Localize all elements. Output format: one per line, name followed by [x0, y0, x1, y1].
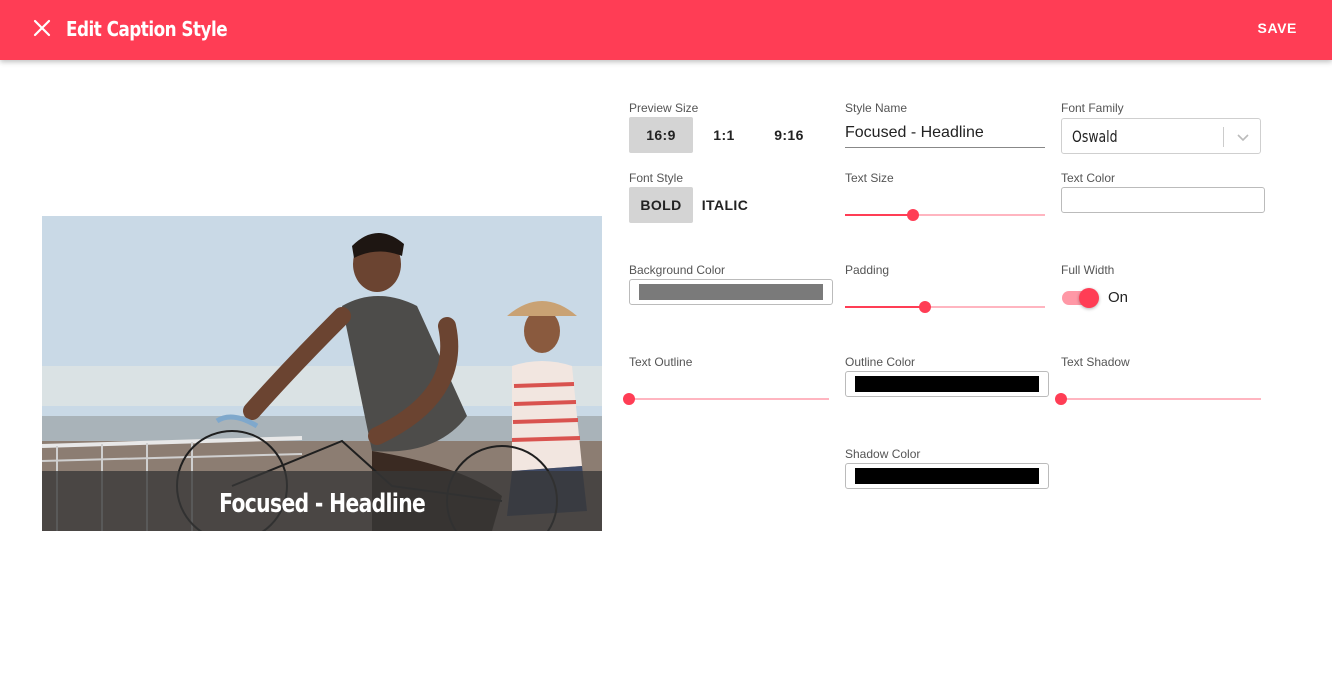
preview-size-1-1-button[interactable]: 1:1	[700, 117, 748, 153]
slider-thumb[interactable]	[623, 393, 635, 405]
page-title: Edit Caption Style	[66, 17, 228, 41]
preview-size-9-16-button[interactable]: 9:16	[764, 117, 814, 153]
font-family-select[interactable]: Oswald	[1061, 118, 1261, 154]
full-width-label: Full Width	[1061, 263, 1115, 277]
shadow-color-swatch[interactable]	[845, 463, 1049, 489]
full-width-toggle[interactable]	[1061, 288, 1101, 308]
slider-thumb[interactable]	[919, 301, 931, 313]
text-shadow-slider[interactable]	[1055, 392, 1261, 406]
font-style-label: Font Style	[629, 171, 684, 185]
full-width-state: On	[1108, 289, 1129, 306]
caption-text: Focused - Headline	[218, 489, 426, 519]
text-color-label: Text Color	[1061, 171, 1116, 185]
close-icon[interactable]	[30, 16, 54, 40]
chevron-down-icon	[1234, 128, 1252, 146]
caption-preview: Focused - Headline	[42, 216, 602, 531]
style-name-input[interactable]	[845, 118, 1045, 148]
slider-track	[629, 398, 829, 400]
font-family-label: Font Family	[1061, 101, 1124, 115]
slider-active-track	[845, 214, 913, 216]
slider-thumb[interactable]	[907, 209, 919, 221]
app-bar: Edit Caption Style SAVE	[0, 0, 1332, 60]
font-family-value: Oswald	[1072, 127, 1118, 146]
outline-color-label: Outline Color	[845, 355, 916, 369]
text-shadow-label: Text Shadow	[1061, 355, 1130, 369]
padding-label: Padding	[845, 263, 890, 277]
slider-track	[1061, 398, 1261, 400]
select-separator	[1223, 127, 1224, 147]
preview-size-16-9-button[interactable]: 16:9	[629, 117, 693, 153]
outline-color-fill	[855, 376, 1039, 392]
slider-active-track	[845, 306, 925, 308]
font-style-bold-button[interactable]: BOLD	[629, 187, 693, 223]
text-color-fill	[1071, 192, 1255, 208]
style-name-label: Style Name	[845, 101, 908, 115]
background-color-fill	[639, 284, 823, 300]
outline-color-swatch[interactable]	[845, 371, 1049, 397]
text-outline-slider[interactable]	[623, 392, 829, 406]
background-color-label: Background Color	[629, 263, 726, 277]
shadow-color-label: Shadow Color	[845, 447, 921, 461]
shadow-color-fill	[855, 468, 1039, 484]
slider-thumb[interactable]	[1055, 393, 1067, 405]
text-size-label: Text Size	[845, 171, 894, 185]
toggle-knob	[1079, 288, 1099, 308]
padding-slider[interactable]	[845, 300, 1045, 314]
background-color-swatch[interactable]	[629, 279, 833, 305]
preview-size-label: Preview Size	[629, 101, 699, 115]
font-style-italic-button[interactable]: ITALIC	[698, 187, 752, 223]
text-outline-label: Text Outline	[629, 355, 693, 369]
text-color-swatch[interactable]	[1061, 187, 1265, 213]
text-size-slider[interactable]	[845, 208, 1045, 222]
save-button[interactable]: SAVE	[1258, 20, 1298, 36]
